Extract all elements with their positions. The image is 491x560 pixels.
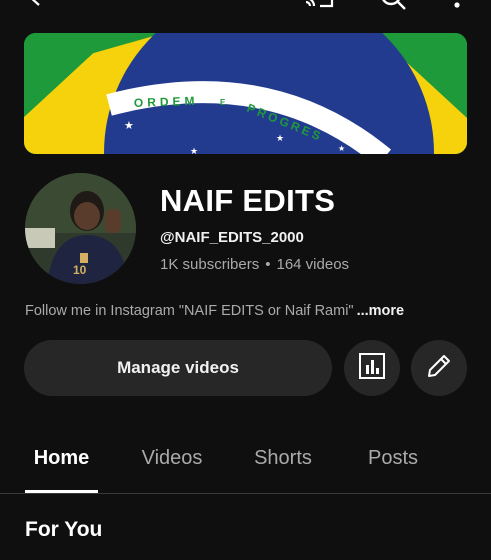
channel-avatar[interactable]: 10 xyxy=(25,173,136,284)
svg-text:★: ★ xyxy=(276,133,284,143)
channel-tabs: Home Videos Shorts Posts xyxy=(0,440,491,494)
edit-channel-button[interactable] xyxy=(411,340,467,396)
svg-text:E: E xyxy=(220,98,226,107)
more-vert-icon[interactable] xyxy=(452,0,462,15)
channel-description[interactable]: Follow me in Instagram "NAIF EDITS or Na… xyxy=(25,303,404,319)
svg-text:★: ★ xyxy=(284,96,294,108)
tab-videos[interactable]: Videos xyxy=(134,440,210,494)
section-title: For You xyxy=(25,518,103,541)
cast-icon[interactable] xyxy=(302,0,336,15)
svg-text:★: ★ xyxy=(124,120,134,132)
channel-handle: @NAIF_EDITS_2000 xyxy=(160,229,304,246)
analytics-icon xyxy=(358,352,386,385)
description-text: Follow me in Instagram "NAIF EDITS or Na… xyxy=(25,303,354,319)
pencil-icon xyxy=(425,352,453,385)
svg-text:ORDEM: ORDEM xyxy=(134,94,199,110)
stats-separator: • xyxy=(265,256,271,273)
tab-home[interactable]: Home xyxy=(25,440,98,494)
subscriber-count: 1K subscribers xyxy=(160,256,260,273)
svg-text:★: ★ xyxy=(338,144,345,153)
back-arrow-icon[interactable] xyxy=(24,0,46,13)
search-icon[interactable] xyxy=(378,0,408,17)
video-count: 164 videos xyxy=(276,256,350,273)
analytics-button[interactable] xyxy=(344,340,400,396)
tabs-divider xyxy=(0,493,491,494)
top-app-bar xyxy=(0,0,491,14)
manage-videos-button[interactable]: Manage videos xyxy=(24,340,332,396)
svg-text:★: ★ xyxy=(190,146,198,154)
channel-name: NAIF EDITS xyxy=(160,183,336,218)
svg-text:10: 10 xyxy=(73,263,87,277)
channel-stats: 1K subscribers • 164 videos xyxy=(160,256,349,273)
channel-banner: ORDEM E PROGRES ★ ★ ★ ★ ★ xyxy=(24,33,467,154)
tab-shorts[interactable]: Shorts xyxy=(245,440,321,494)
more-link[interactable]: ...more xyxy=(357,303,405,319)
tab-posts[interactable]: Posts xyxy=(357,440,429,494)
